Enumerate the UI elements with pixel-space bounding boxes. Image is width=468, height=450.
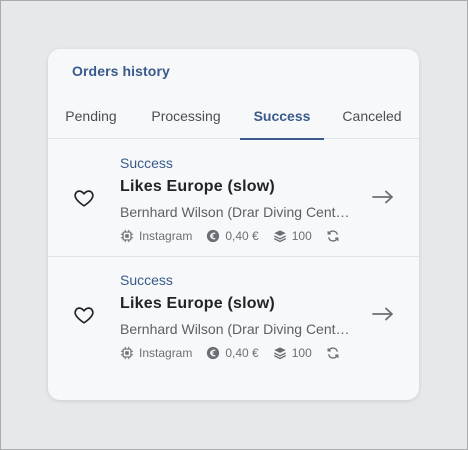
chip-icon [120, 229, 134, 243]
euro-coin-icon [207, 229, 220, 243]
order-service: Likes Europe (slow) [120, 178, 275, 195]
orders-history-card: Orders history Pending Processing Succes… [48, 49, 419, 400]
order-list-item[interactable]: Success Likes Europe (slow) Bernhard Wil… [48, 257, 419, 374]
heart-icon[interactable] [73, 187, 95, 209]
layers-icon [273, 230, 286, 243]
order-status: Success [120, 272, 173, 288]
layers-icon [273, 347, 286, 360]
order-service: Likes Europe (slow) [120, 295, 275, 312]
order-platform: Instagram [139, 346, 193, 360]
order-quantity: 100 [291, 346, 312, 360]
heart-icon[interactable] [73, 304, 95, 326]
order-quantity: 100 [291, 229, 312, 243]
order-status: Success [120, 155, 173, 171]
refresh-icon[interactable] [326, 346, 340, 360]
order-list-item[interactable]: Success Likes Europe (slow) Bernhard Wil… [48, 140, 419, 257]
tab-pending[interactable]: Pending [56, 93, 126, 139]
tab-canceled[interactable]: Canceled [334, 93, 410, 139]
status-tabs: Pending Processing Success Canceled [48, 93, 419, 140]
euro-coin-icon [207, 346, 220, 360]
arrow-right-icon[interactable] [371, 186, 395, 208]
order-customer: Bernhard Wilson (Drar Diving Center) [120, 204, 350, 220]
order-meta: Instagram 0,40 € 100 [120, 228, 359, 244]
card-title: Orders history [72, 63, 170, 79]
refresh-icon[interactable] [326, 229, 340, 243]
chip-icon [120, 346, 134, 360]
arrow-right-icon[interactable] [371, 303, 395, 325]
order-platform: Instagram [139, 229, 193, 243]
order-price: 0,40 € [225, 229, 259, 243]
order-price: 0,40 € [225, 346, 259, 360]
order-meta: Instagram 0,40 € 100 [120, 345, 359, 361]
tab-success[interactable]: Success [240, 93, 324, 140]
tab-processing[interactable]: Processing [142, 93, 230, 139]
order-customer: Bernhard Wilson (Drar Diving Center) [120, 321, 350, 337]
